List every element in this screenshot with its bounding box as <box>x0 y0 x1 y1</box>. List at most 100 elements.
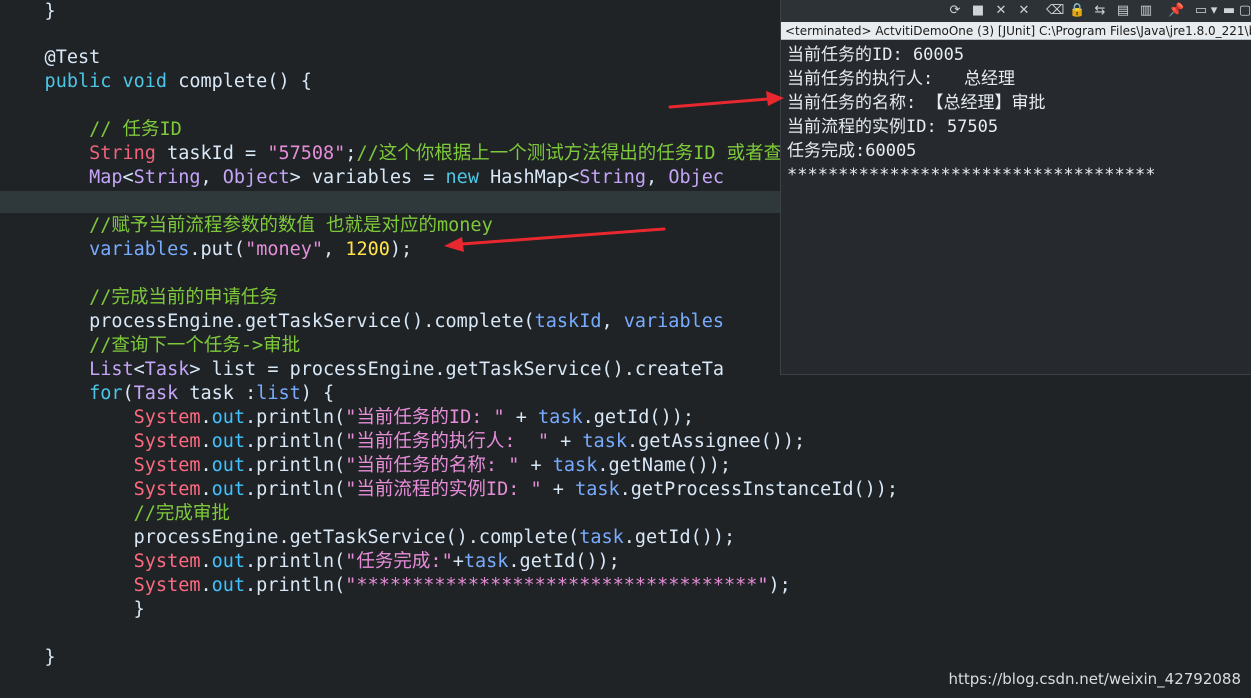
code-line-comment-query[interactable]: //查询下一个任务->审批 <box>0 334 300 358</box>
code-line-method-signature[interactable]: public void complete() { <box>0 70 312 94</box>
code-token: "任务完成:" <box>345 551 453 572</box>
display-console-icon[interactable]: ▭ <box>1193 3 1209 19</box>
code-token: .getName()); <box>597 455 731 476</box>
code-token: System <box>0 455 201 476</box>
code-line-closing-brace[interactable]: } <box>0 0 56 24</box>
code-token: .println( <box>245 551 346 572</box>
console-line-task-id: 当前任务的ID: 60005 <box>787 45 965 65</box>
code-token: List <box>0 359 134 380</box>
code-line-comment-complete[interactable]: //完成当前的申请任务 <box>0 286 278 310</box>
code-token: + <box>504 407 539 428</box>
code-token: .println( <box>245 431 346 452</box>
code-token: + <box>549 431 583 452</box>
word-wrap-icon[interactable]: ⇆ <box>1092 3 1108 19</box>
code-line-task-id[interactable]: String taskId = "57508";//这个你根据上一个测试方法得出… <box>0 142 801 166</box>
console-line-task-complete: 任务完成:60005 <box>787 141 917 161</box>
show-console-on-error-icon[interactable]: ▥ <box>1138 3 1154 19</box>
code-token: new <box>445 167 491 188</box>
code-token: > variables = <box>289 167 446 188</box>
code-token: , <box>200 167 223 188</box>
code-token: System <box>0 479 201 500</box>
code-token: < <box>122 167 134 188</box>
code-token: } <box>0 647 56 668</box>
pin-console-icon[interactable]: 📌 <box>1168 3 1184 19</box>
code-token: variables <box>623 311 724 332</box>
code-token: task <box>552 455 598 476</box>
stop-icon[interactable]: ■ <box>970 3 986 19</box>
code-token: processEngine <box>0 311 234 332</box>
refresh-icon[interactable]: ⟳ <box>947 3 963 19</box>
code-token: task <box>579 527 624 548</box>
code-token: task : <box>189 383 257 404</box>
code-token: + <box>519 455 553 476</box>
code-line-print-stars[interactable]: System.out.println("********************… <box>0 574 791 598</box>
code-token: //完成审批 <box>0 503 230 524</box>
code-token: , <box>323 239 346 260</box>
code-line-annotation[interactable]: @Test <box>0 46 101 70</box>
code-line-for-loop[interactable]: for(Task task :list) { <box>0 382 334 406</box>
code-line-comment-task-id[interactable]: // 任务ID <box>0 118 182 142</box>
clear-console-icon[interactable]: ⌫ <box>1046 3 1064 19</box>
code-token: 1200 <box>345 239 390 260</box>
code-token: .getId()); <box>582 407 694 428</box>
code-token: System <box>0 575 201 596</box>
code-token: taskId = <box>167 143 268 164</box>
code-token: //完成当前的申请任务 <box>0 287 278 308</box>
console-launch-header: <terminated> ActvitiDemoOne (3) [JUnit] … <box>781 22 1251 40</box>
code-token: .getId()); <box>623 527 736 548</box>
code-token: .put( <box>189 239 246 260</box>
code-token: task <box>575 479 620 500</box>
code-line-comment-approve[interactable]: //完成审批 <box>0 502 230 526</box>
code-token: Task <box>133 383 190 404</box>
code-token: . <box>200 575 212 596</box>
code-token: taskId <box>534 311 602 332</box>
code-token: "57508" <box>267 143 346 164</box>
code-line-complete-approve[interactable]: processEngine.getTaskService().complete(… <box>0 526 736 550</box>
code-line-loop-close[interactable]: } <box>0 598 145 622</box>
minimize-icon[interactable]: ▬ <box>1221 3 1237 19</box>
remove-all-terminated-icon[interactable]: ✕ <box>1016 3 1032 19</box>
code-line-method-close[interactable]: } <box>0 646 56 670</box>
maximize-icon[interactable]: ▢ <box>1237 3 1251 19</box>
code-token: //赋予当前流程参数的数值 也就是对应的money <box>0 215 493 236</box>
code-token: String <box>0 143 168 164</box>
code-line-comment-money[interactable]: //赋予当前流程参数的数值 也就是对应的money <box>0 214 493 238</box>
code-token: ; <box>345 143 357 164</box>
code-line-complete-task[interactable]: processEngine.getTaskService().complete(… <box>0 310 724 334</box>
code-line-print-assignee[interactable]: System.out.println("当前任务的执行人: " + task.g… <box>0 430 806 454</box>
code-line-print-instance-id[interactable]: System.out.println("当前流程的实例ID: " + task.… <box>0 478 898 502</box>
code-token: Task <box>144 359 190 380</box>
watermark: https://blog.csdn.net/weixin_42792088 <box>948 670 1241 688</box>
chevron-down-icon[interactable]: ▾ <box>1209 3 1219 19</box>
code-token: .println( <box>245 479 346 500</box>
code-token: // 任务ID <box>0 119 182 140</box>
code-line-print-name[interactable]: System.out.println("当前任务的名称: " + task.ge… <box>0 454 731 478</box>
code-line-print-id[interactable]: System.out.println("当前任务的ID: " + task.ge… <box>0 406 694 430</box>
show-console-on-output-icon[interactable]: ▤ <box>1115 3 1131 19</box>
code-token: Object <box>222 167 290 188</box>
remove-launch-icon[interactable]: ✕ <box>993 3 1009 19</box>
code-token: ); <box>768 575 791 596</box>
scroll-lock-icon[interactable]: 🔒 <box>1069 3 1085 19</box>
code-token: System <box>0 431 201 452</box>
code-token: out <box>211 431 246 452</box>
code-token: Objec <box>668 167 725 188</box>
code-token: String <box>133 167 201 188</box>
code-token: variables <box>0 239 190 260</box>
code-token: complete() { <box>178 71 312 92</box>
code-line-variables-map[interactable]: Map<String, Object> variables = new Hash… <box>0 166 724 190</box>
code-line-print-complete[interactable]: System.out.println("任务完成:"+task.getId())… <box>0 550 620 574</box>
console-output[interactable]: 当前任务的ID: 60005 当前任务的执行人: 总经理 当前任务的名称: 【总… <box>787 43 1251 187</box>
code-token: . <box>200 551 212 572</box>
code-line-put-money[interactable]: variables.put("money", 1200); <box>0 238 412 262</box>
console-view[interactable]: ⟳ ■ ✕ ✕ ⌫ 🔒 ⇆ ▤ ▥ 📌 ▭ ▾ ▬ ▢ <terminated>… <box>780 0 1251 375</box>
console-line-task-name: 当前任务的名称: 【总经理】审批 <box>787 93 1046 113</box>
code-token: .getId()); <box>508 551 620 572</box>
code-token: } <box>0 1 56 22</box>
code-token: "************************************" <box>345 575 769 596</box>
code-token: String <box>579 167 647 188</box>
code-line-list-tasks[interactable]: List<Task> list = processEngine.getTaskS… <box>0 358 724 382</box>
code-token: .getAssignee()); <box>626 431 806 452</box>
code-token: < <box>133 359 145 380</box>
code-token: . <box>200 479 212 500</box>
